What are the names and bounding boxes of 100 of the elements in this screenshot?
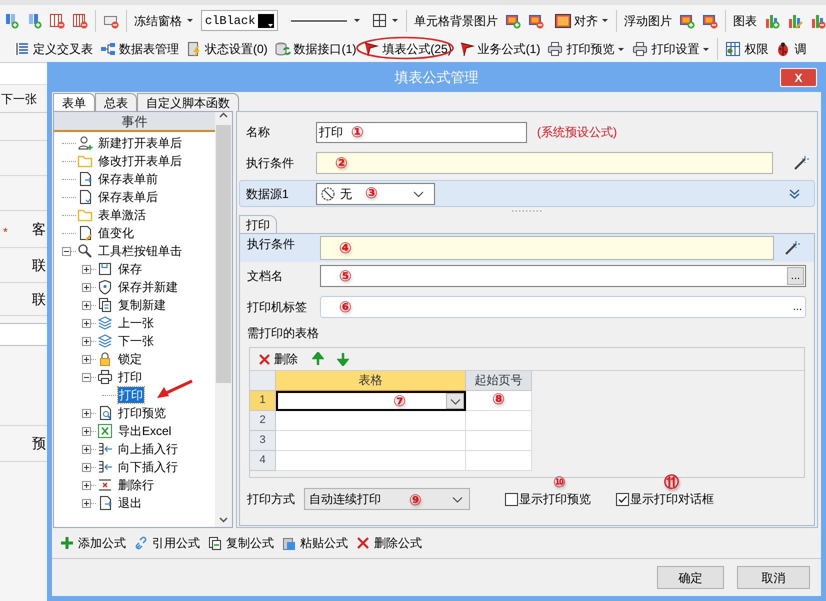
toolbar-button[interactable]: 数据接口(1): [274, 40, 356, 58]
checkbox-label[interactable]: 显示打印对话框: [630, 490, 714, 508]
color-combo[interactable]: clBlack: [201, 10, 278, 31]
bar-chart-pencil-icon[interactable]: [787, 12, 803, 28]
tree-item[interactable]: 向上插入行: [117, 441, 179, 457]
column-plus-icon[interactable]: [3, 12, 19, 28]
image-minus-icon[interactable]: [528, 12, 544, 28]
name-field[interactable]: 打印 ①: [316, 122, 527, 142]
tree-item[interactable]: 保存: [117, 261, 143, 277]
grid-remove-icon[interactable]: [49, 12, 65, 28]
expand-icon[interactable]: [82, 444, 91, 454]
bar-chart-plus-icon[interactable]: [764, 12, 780, 28]
condition-field[interactable]: ②: [316, 152, 773, 174]
collapse-icon[interactable]: [82, 372, 91, 382]
expand-icon[interactable]: [82, 480, 91, 490]
checkbox-label[interactable]: 显示打印预览: [519, 490, 591, 508]
tree-item[interactable]: 保存并新建: [117, 279, 179, 295]
tree-item[interactable]: 上一张: [117, 315, 155, 331]
next-sheet-button[interactable]: 下一张: [1, 90, 37, 108]
tree-item[interactable]: 修改打开表单后: [97, 153, 183, 169]
toolbar-button[interactable]: 权限: [725, 40, 768, 58]
toolbar-button[interactable]: 打印预览: [547, 40, 626, 58]
expand-icon[interactable]: [82, 462, 91, 472]
wand-icon[interactable]: [793, 155, 809, 171]
close-button[interactable]: X: [780, 68, 817, 87]
align-button[interactable]: 对齐: [555, 12, 609, 30]
tree-item[interactable]: 锁定: [117, 351, 143, 367]
caret-icon[interactable]: [702, 46, 710, 52]
column-plus-icon[interactable]: [26, 12, 42, 28]
tree-item[interactable]: 复制新建: [117, 297, 167, 313]
condition-field[interactable]: ④: [320, 236, 774, 260]
expand-icon[interactable]: [82, 354, 91, 364]
checkbox[interactable]: [616, 492, 629, 506]
formula-action-button[interactable]: 引用公式: [134, 534, 200, 552]
expand-icon[interactable]: [82, 408, 91, 418]
image-minus-icon[interactable]: [702, 12, 718, 28]
toolbar-button[interactable]: 数据表管理: [100, 40, 179, 58]
tree-item[interactable]: 向下插入行: [117, 459, 179, 475]
print-mode-combo[interactable]: 自动连续打印 ⑨: [304, 488, 470, 510]
tree-item[interactable]: 打印预览: [117, 405, 167, 421]
color-swatch-icon[interactable]: [258, 14, 274, 28]
tab[interactable]: 打印: [239, 215, 277, 233]
tree-item[interactable]: 打印: [118, 387, 144, 403]
table-cell-editor[interactable]: ⑦: [276, 391, 466, 411]
formula-action-button[interactable]: 粘贴公式: [282, 534, 348, 552]
chevron-down-icon[interactable]: [450, 398, 460, 404]
row-header[interactable]: 4: [250, 451, 276, 471]
tree-item[interactable]: 删除行: [117, 477, 155, 493]
tree-item[interactable]: 保存表单前: [97, 171, 159, 187]
table-corner-cell[interactable]: [250, 371, 276, 391]
expand-icon[interactable]: [82, 426, 91, 436]
browse-button[interactable]: ...: [790, 298, 805, 316]
double-chevron-icon[interactable]: [789, 188, 800, 198]
caret-icon[interactable]: [391, 17, 399, 24]
collapse-icon[interactable]: [62, 246, 71, 256]
column-header[interactable]: 起始页号: [466, 371, 532, 391]
formula-action-button[interactable]: 复制公式: [208, 534, 274, 552]
tree-item[interactable]: 值变化: [97, 225, 135, 241]
caret-icon[interactable]: [617, 46, 626, 52]
line-style-button[interactable]: [291, 16, 361, 24]
image-plus-icon[interactable]: [505, 12, 521, 28]
borders-button[interactable]: [372, 13, 399, 28]
dialog-button[interactable]: 确定: [657, 566, 724, 589]
scrollbar[interactable]: [215, 112, 232, 527]
delete-button[interactable]: 删除: [258, 350, 298, 368]
arrow-up-icon[interactable]: [312, 352, 324, 366]
caret-icon[interactable]: [353, 17, 361, 24]
row-header[interactable]: 2: [250, 411, 276, 431]
freeze-panes-button[interactable]: 冻结窗格: [134, 12, 194, 30]
row-header[interactable]: 3: [250, 431, 276, 451]
expand-icon[interactable]: [82, 300, 91, 310]
row-header[interactable]: 1: [250, 391, 276, 411]
expand-icon[interactable]: [82, 318, 91, 328]
tree-item[interactable]: 导出Excel: [117, 423, 172, 439]
printer-tag-field[interactable]: ⑥ ...: [320, 296, 806, 318]
expand-icon[interactable]: [82, 282, 91, 292]
toolbar-button[interactable]: 打印设置: [632, 40, 710, 58]
toolbar-button[interactable]: 调: [775, 40, 806, 58]
expand-icon[interactable]: [82, 336, 91, 346]
wand-icon[interactable]: [784, 240, 800, 256]
data-source-combo[interactable]: 无 ③: [316, 182, 435, 204]
bar-chart-minus-icon[interactable]: [810, 12, 826, 28]
browse-button[interactable]: ...: [787, 267, 804, 285]
tree-item[interactable]: 退出: [117, 495, 143, 511]
caret-icon[interactable]: [601, 17, 609, 24]
tree-item[interactable]: 打印: [117, 369, 143, 385]
expand-icon[interactable]: [82, 264, 91, 274]
tree-item[interactable]: 下一张: [117, 333, 155, 349]
arrow-down-icon[interactable]: [337, 352, 349, 366]
tab[interactable]: 总表: [95, 93, 137, 111]
chevron-up-icon[interactable]: [219, 112, 228, 119]
column-header[interactable]: 表格: [276, 371, 466, 391]
toolbar-button[interactable]: 业务公式(1): [458, 40, 540, 58]
tree-item[interactable]: 保存表单后: [97, 189, 159, 205]
image-plus-icon[interactable]: [679, 12, 695, 28]
caret-icon[interactable]: [186, 17, 194, 24]
toolbar-button[interactable]: 状态设置(0): [186, 40, 268, 58]
tree-item[interactable]: 新建打开表单后: [97, 135, 183, 151]
splitter-handle[interactable]: [512, 210, 542, 212]
document-name-field[interactable]: ⑤ ...: [320, 265, 806, 287]
